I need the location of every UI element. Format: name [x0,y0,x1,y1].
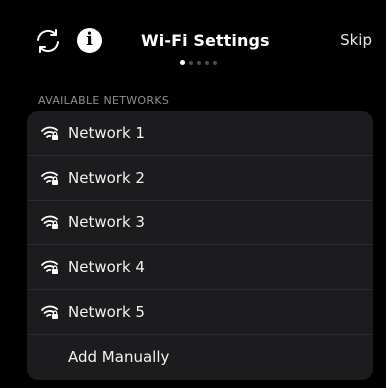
add-manually-button[interactable]: Add Manually [27,335,373,380]
info-icon[interactable]: i [77,28,102,53]
network-name: Network 2 [68,168,145,187]
network-name: Network 1 [68,123,145,142]
network-name: Network 3 [68,213,145,232]
networks-list: Network 1 Network 2 Network 3 Network 4 … [27,111,373,380]
network-row-2[interactable]: Network 2 [27,156,373,201]
network-row-1[interactable]: Network 1 [27,111,373,156]
wifi-locked-icon [41,216,58,230]
network-row-3[interactable]: Network 3 [27,201,373,246]
wifi-locked-icon [41,305,58,320]
header-bar: i Wi-Fi Settings Skip [0,0,386,80]
page-dot [197,60,201,65]
wifi-locked-icon [41,260,58,275]
skip-button[interactable]: Skip [340,31,372,49]
page-dot [189,60,193,65]
page-dot [213,60,217,65]
network-row-4[interactable]: Network 4 [27,245,373,291]
page-indicator [180,60,217,65]
page-dot-active [180,60,185,65]
page-title: Wi-Fi Settings [141,31,270,50]
network-name: Network 4 [68,258,145,277]
wifi-locked-icon [41,171,58,185]
wifi-locked-icon [41,126,58,140]
network-row-5[interactable]: Network 5 [27,290,373,335]
network-name: Network 5 [68,303,145,322]
info-glyph: i [86,29,93,50]
page-dot [205,60,209,65]
add-manually-label: Add Manually [68,348,170,367]
section-header-available-networks: AVAILABLE NETWORKS [38,94,170,107]
refresh-icon[interactable] [34,27,62,55]
